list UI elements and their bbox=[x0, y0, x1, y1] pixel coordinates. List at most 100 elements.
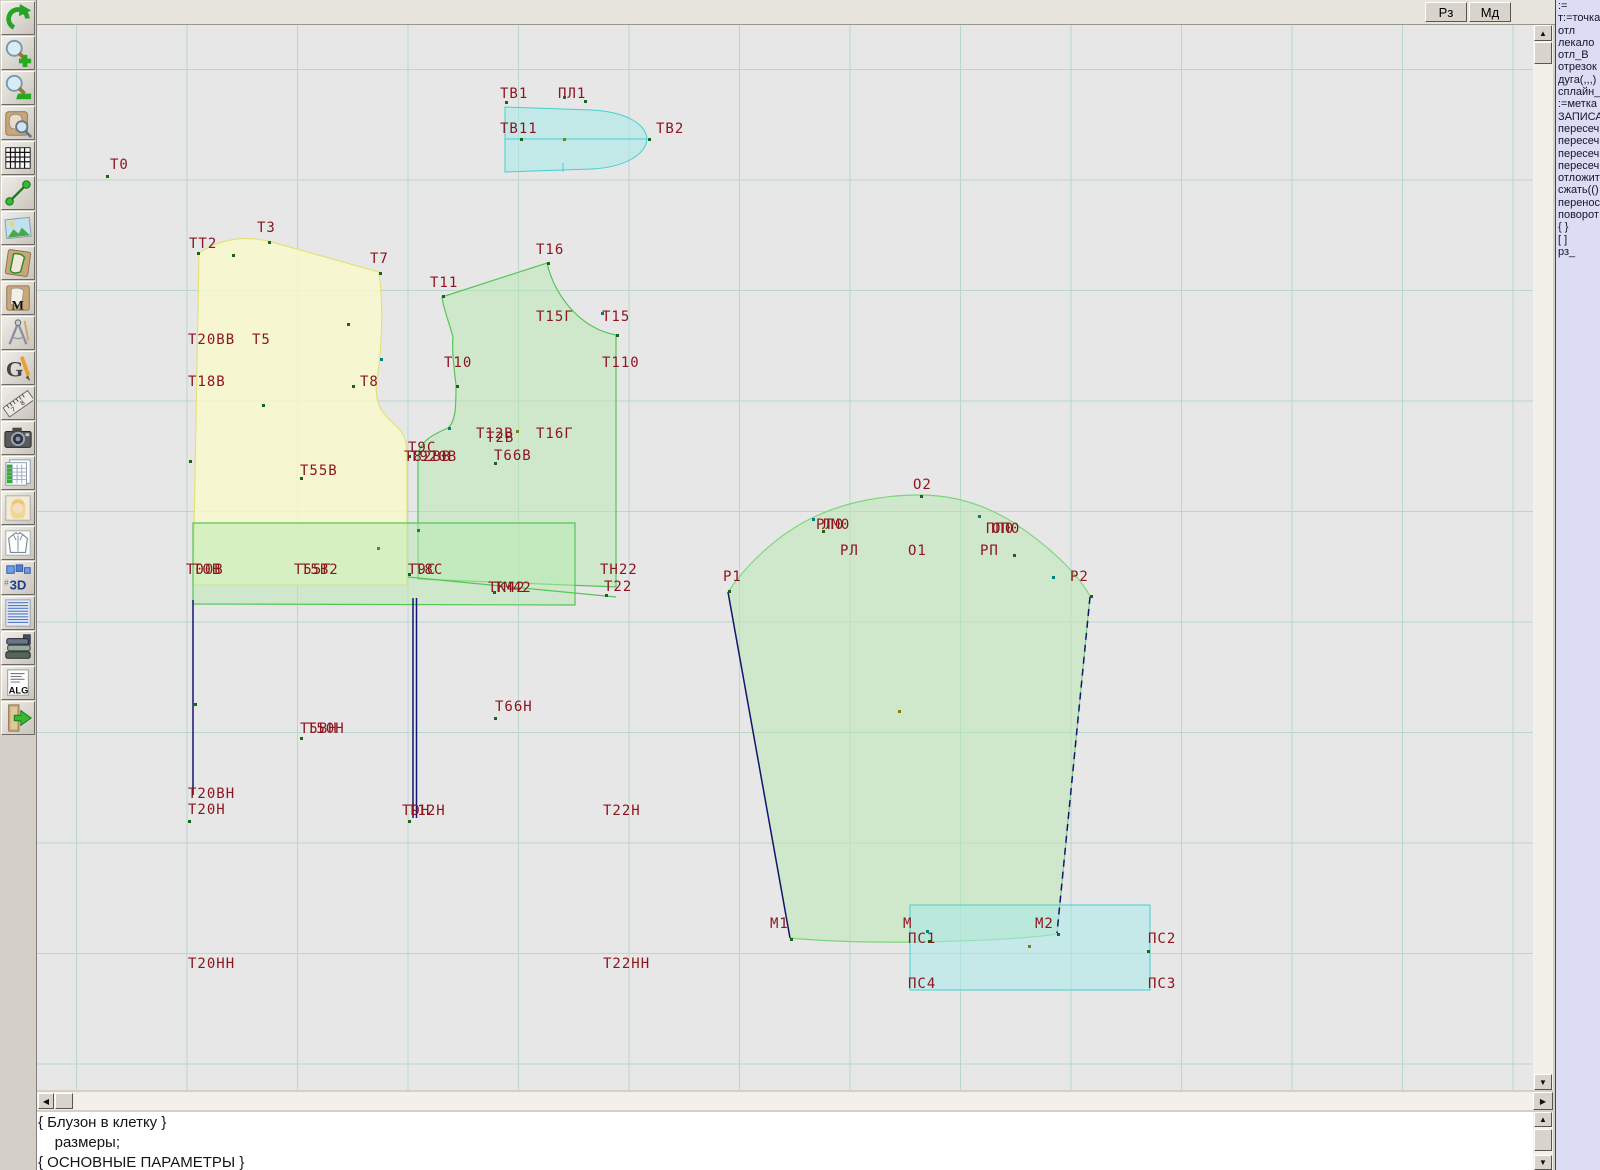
command-item[interactable]: пересеч bbox=[1556, 160, 1600, 172]
piece-preview-icon bbox=[3, 108, 33, 138]
command-item[interactable]: пересеч bbox=[1556, 148, 1600, 160]
threed-button[interactable]: #3D bbox=[1, 561, 35, 595]
segment-button[interactable] bbox=[1, 176, 35, 210]
command-item[interactable]: отл bbox=[1556, 25, 1600, 37]
pattern-point bbox=[189, 460, 192, 463]
ruler-icon: 78 bbox=[3, 388, 33, 418]
pattern-piece-button[interactable] bbox=[1, 246, 35, 280]
pattern-point bbox=[790, 938, 793, 941]
point-label: Т920В bbox=[410, 450, 457, 464]
books-button[interactable] bbox=[1, 631, 35, 665]
pattern-point bbox=[456, 385, 459, 388]
command-item[interactable]: пересеч bbox=[1556, 135, 1600, 147]
portrait-button[interactable] bbox=[1, 491, 35, 525]
program-text-area[interactable]: { Блузон в клетку } размеры; { ОСНОВНЫЕ … bbox=[36, 1112, 1533, 1170]
alg-button[interactable]: ALG bbox=[1, 666, 35, 700]
point-label: ПС3 bbox=[1148, 977, 1176, 991]
rz-button[interactable]: Рз bbox=[1425, 2, 1467, 22]
threed-icon: #3D bbox=[3, 563, 33, 593]
point-label: Т3 bbox=[257, 221, 276, 235]
point-label: Т20Н bbox=[188, 803, 226, 817]
grid-icon bbox=[3, 143, 33, 173]
spreadsheet-button[interactable] bbox=[1, 456, 35, 490]
pattern-point bbox=[347, 323, 350, 326]
command-item[interactable]: :=метка bbox=[1556, 98, 1600, 110]
scroll-left-icon[interactable]: ◀ bbox=[38, 1093, 54, 1109]
command-item[interactable]: отрезок bbox=[1556, 61, 1600, 73]
pattern-piece-icon bbox=[3, 248, 33, 278]
point-label: Т15Г bbox=[536, 310, 574, 324]
pattern-point bbox=[300, 737, 303, 740]
point-label: Т50Н bbox=[307, 722, 345, 736]
svg-text:M: M bbox=[11, 297, 23, 312]
point-label: ТВ1 bbox=[500, 87, 528, 101]
image-button[interactable] bbox=[1, 211, 35, 245]
books-icon bbox=[3, 633, 33, 663]
grid-button[interactable] bbox=[1, 141, 35, 175]
point-label: Т20ВН bbox=[188, 787, 235, 801]
command-item[interactable]: лекало bbox=[1556, 37, 1600, 49]
command-item[interactable]: сплайн_ bbox=[1556, 86, 1600, 98]
command-item[interactable]: [ ] bbox=[1556, 234, 1600, 246]
point-label: Т20ВВ bbox=[188, 333, 235, 347]
hscroll-thumb[interactable] bbox=[55, 1093, 73, 1109]
scroll-down-icon[interactable]: ▼ bbox=[1534, 1074, 1552, 1090]
md-button[interactable]: Мд bbox=[1469, 2, 1511, 22]
command-item[interactable]: поворот bbox=[1556, 209, 1600, 221]
command-item[interactable]: ЗАПИСА bbox=[1556, 111, 1600, 123]
status-scroll-thumb[interactable] bbox=[1534, 1129, 1552, 1151]
canvas-vscrollbar[interactable]: ▲ ▼ bbox=[1533, 25, 1553, 1090]
pattern-point bbox=[377, 547, 380, 550]
command-item[interactable]: отложит bbox=[1556, 172, 1600, 184]
zoom-in-button[interactable] bbox=[1, 36, 35, 70]
command-item[interactable]: := bbox=[1556, 0, 1600, 12]
g-edit-button[interactable]: G bbox=[1, 351, 35, 385]
piece-preview-button[interactable] bbox=[1, 106, 35, 140]
scroll-up-icon[interactable]: ▲ bbox=[1534, 1112, 1552, 1127]
pattern-point bbox=[380, 358, 383, 361]
pattern-point bbox=[563, 138, 566, 141]
pattern-point bbox=[920, 495, 923, 498]
pattern-point bbox=[448, 427, 451, 430]
zoom-out-button[interactable] bbox=[1, 71, 35, 105]
vscroll-thumb[interactable] bbox=[1534, 42, 1552, 64]
command-item[interactable]: дуга(,,,) bbox=[1556, 74, 1600, 86]
point-label: РП bbox=[980, 544, 999, 558]
pattern-point bbox=[1028, 945, 1031, 948]
point-label: Т11 bbox=[430, 276, 458, 290]
point-label: ПС4 bbox=[908, 977, 936, 991]
point-label: Т55В bbox=[300, 464, 338, 478]
undo-button[interactable] bbox=[1, 1, 35, 35]
pattern-m-button[interactable]: M bbox=[1, 281, 35, 315]
drawing-canvas[interactable]: Т0ТВ1ПЛ1ТВ11ТВ2Т3ТТ2Т7Т16Т11Т15ГТ15Т20ВВ… bbox=[36, 25, 1533, 1090]
command-item[interactable]: пересеч bbox=[1556, 123, 1600, 135]
pattern-point bbox=[648, 138, 651, 141]
text-list-button[interactable] bbox=[1, 596, 35, 630]
pattern-point bbox=[812, 518, 815, 521]
scroll-right-icon[interactable]: ▶ bbox=[1533, 1092, 1553, 1110]
command-item[interactable]: { } bbox=[1556, 221, 1600, 233]
command-item[interactable]: т:=точка bbox=[1556, 12, 1600, 24]
command-item[interactable]: отл_В bbox=[1556, 49, 1600, 61]
command-item[interactable]: сжать(() bbox=[1556, 184, 1600, 196]
sleeve-piece bbox=[728, 495, 1090, 942]
pattern-point bbox=[516, 430, 519, 433]
point-label: Т22Н bbox=[603, 804, 641, 818]
garment-button[interactable] bbox=[1, 526, 35, 560]
compass-button[interactable] bbox=[1, 316, 35, 350]
command-item[interactable]: рз_ bbox=[1556, 246, 1600, 258]
canvas-hscrollbar[interactable]: ◀ bbox=[36, 1092, 1533, 1110]
pattern-point bbox=[352, 385, 355, 388]
exit-button[interactable] bbox=[1, 701, 35, 735]
status-vscrollbar[interactable]: ▲ ▼ bbox=[1533, 1112, 1553, 1170]
point-label: Т8 bbox=[360, 375, 379, 389]
bottom-left-corner bbox=[0, 1090, 36, 1170]
ruler-button[interactable]: 78 bbox=[1, 386, 35, 420]
scroll-up-icon[interactable]: ▲ bbox=[1534, 25, 1552, 41]
scroll-down-icon[interactable]: ▼ bbox=[1534, 1155, 1552, 1170]
command-item[interactable]: перенос bbox=[1556, 197, 1600, 209]
point-label: Т66Н bbox=[495, 700, 533, 714]
pattern-point bbox=[417, 529, 420, 532]
camera-button[interactable] bbox=[1, 421, 35, 455]
command-list-panel[interactable]: :=т:=точкаотллекалоотл_Вотрезокдуга(,,,)… bbox=[1555, 0, 1600, 1170]
